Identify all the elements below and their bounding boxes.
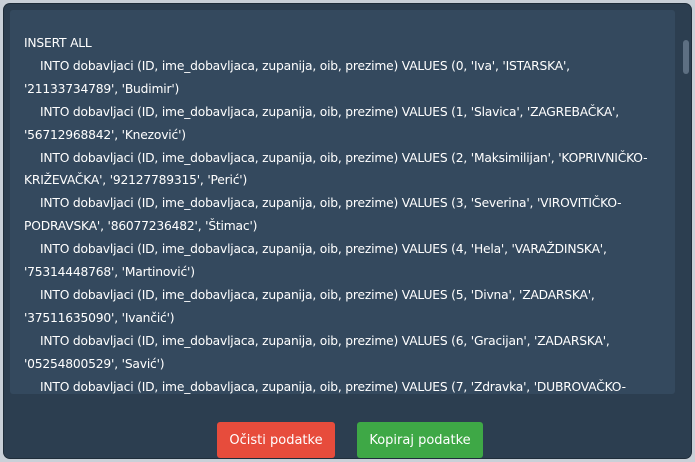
sql-insert-header: INSERT ALL [24, 36, 92, 50]
output-scrollbar[interactable] [681, 10, 691, 394]
sql-row: INTO dobavljaci (ID, ime_dobavljaca, zup… [40, 379, 626, 394]
sql-row: INTO dobavljaci (ID, ime_dobavljaca, zup… [24, 196, 622, 234]
sql-output-area[interactable]: INSERT ALL INTO dobavljaci (ID, ime_doba… [10, 10, 675, 394]
sql-row: INTO dobavljaci (ID, ime_dobavljaca, zup… [24, 287, 595, 325]
sql-generator-panel: INSERT ALL INTO dobavljaci (ID, ime_doba… [4, 4, 691, 458]
clear-data-button[interactable]: Očisti podatke [217, 422, 335, 458]
sql-row: INTO dobavljaci (ID, ime_dobavljaca, zup… [24, 58, 570, 96]
sql-row: INTO dobavljaci (ID, ime_dobavljaca, zup… [24, 242, 607, 280]
button-bar: Očisti podatke Kopiraj podatke [4, 396, 691, 458]
sql-row: INTO dobavljaci (ID, ime_dobavljaca, zup… [24, 333, 610, 371]
sql-output-text: INSERT ALL INTO dobavljaci (ID, ime_doba… [10, 10, 675, 394]
copy-data-button[interactable]: Kopiraj podatke [357, 422, 483, 458]
sql-row: INTO dobavljaci (ID, ime_dobavljaca, zup… [24, 104, 619, 142]
sql-row: INTO dobavljaci (ID, ime_dobavljaca, zup… [24, 150, 648, 188]
scrollbar-thumb[interactable] [683, 40, 689, 74]
